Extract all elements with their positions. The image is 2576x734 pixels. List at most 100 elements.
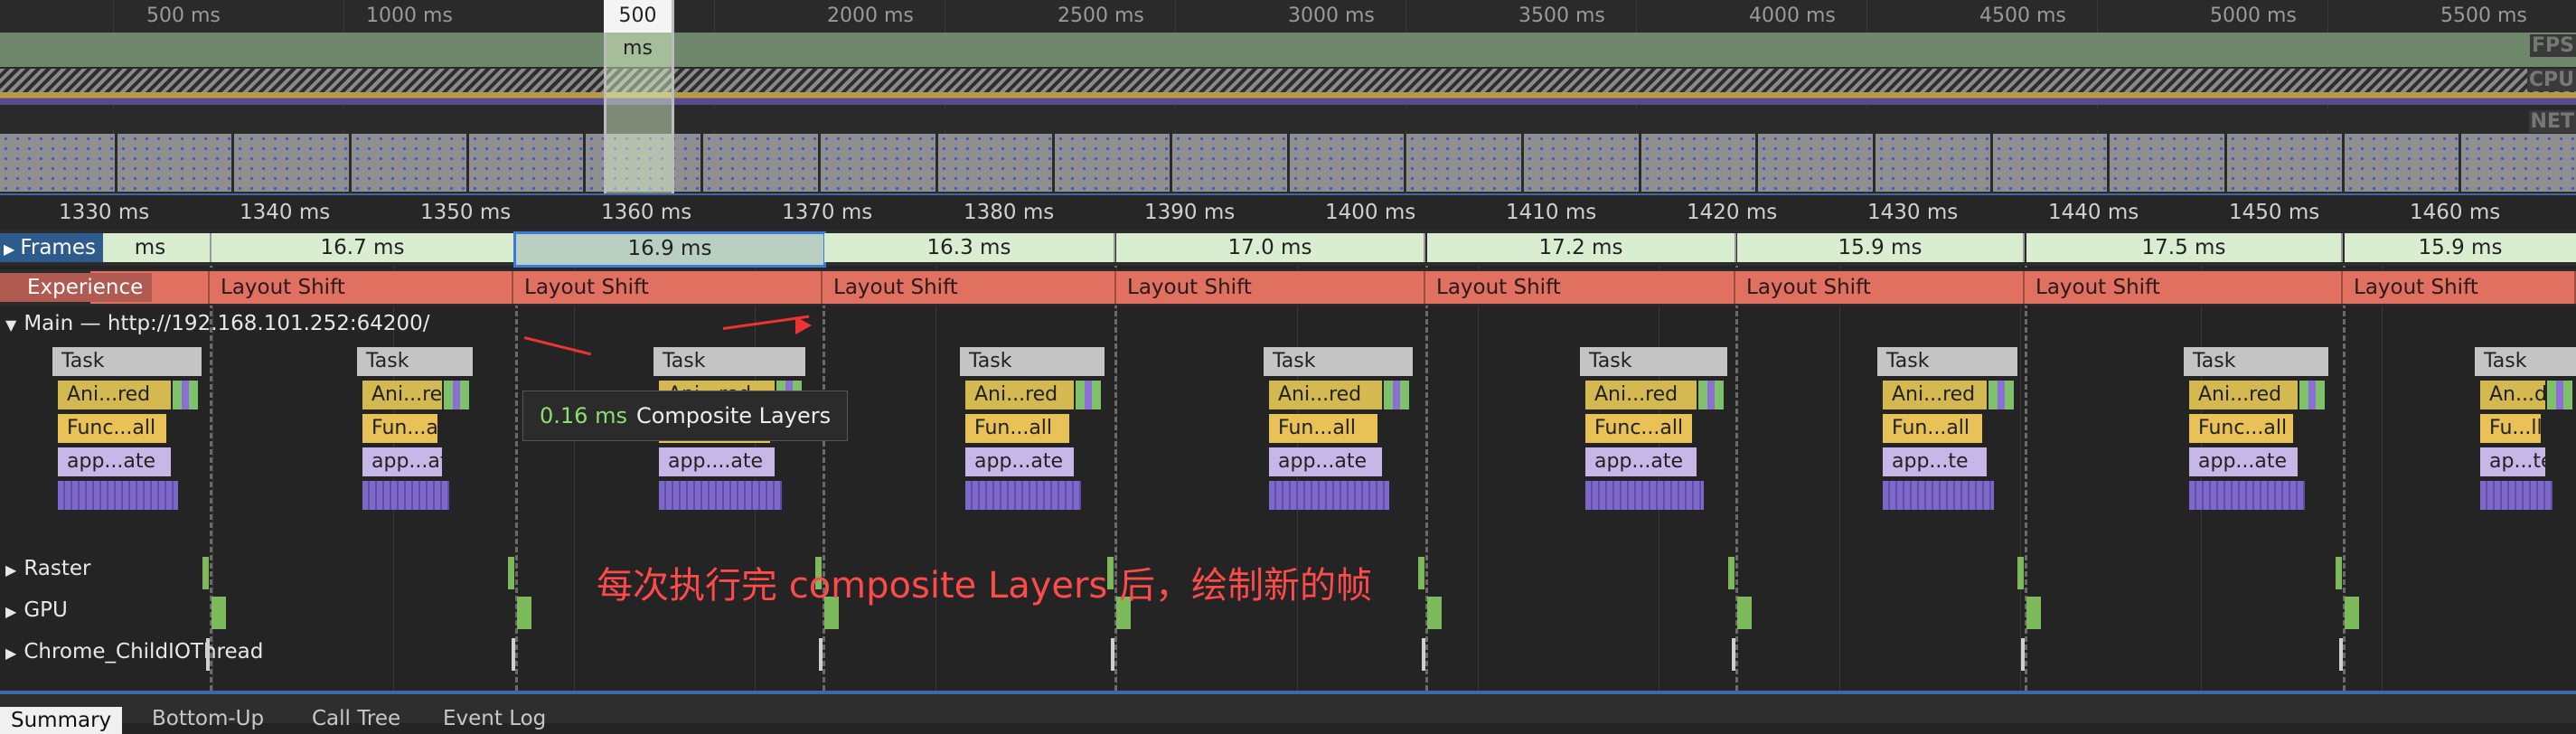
layout-shift-block[interactable]: Layout Shift	[1425, 271, 1735, 304]
gpu-event[interactable]	[2345, 597, 2359, 629]
sub-event-block[interactable]	[460, 381, 469, 409]
task-block[interactable]: Task	[653, 347, 805, 376]
screenshot-thumbnail[interactable]	[1171, 134, 1287, 192]
task-block[interactable]: Task	[2475, 347, 2576, 376]
screenshot-thumbnail[interactable]	[2227, 134, 2342, 192]
nested-calls-block[interactable]	[1585, 481, 1704, 510]
animation-frame-block[interactable]: Ani...red	[1883, 381, 1987, 409]
io-event[interactable]	[1732, 638, 1735, 671]
time-ruler[interactable]: 1330 ms 1340 ms 1350 ms 1360 ms 1370 ms …	[0, 193, 2576, 231]
raster-event[interactable]	[202, 557, 209, 589]
function-call-block[interactable]: Fun...all	[965, 414, 1069, 443]
sub-event-block[interactable]	[2563, 381, 2572, 409]
animation-frame-block[interactable]: Ani...red	[1269, 381, 1382, 409]
io-event[interactable]	[206, 638, 210, 671]
app-update-block[interactable]: ap...te	[2480, 447, 2545, 476]
task-block[interactable]: Task	[2184, 347, 2328, 376]
frame-block[interactable]: 16.3 ms	[824, 233, 1115, 262]
task-block[interactable]: Task	[960, 347, 1105, 376]
screenshot-filmstrip[interactable]	[0, 134, 2576, 192]
sub-event-block[interactable]	[2316, 381, 2325, 409]
raster-event[interactable]	[508, 557, 514, 589]
sub-event-block[interactable]	[2547, 381, 2556, 409]
screenshot-thumbnail[interactable]	[1406, 134, 1521, 192]
animation-frame-block[interactable]: Ani...red	[965, 381, 1074, 409]
screenshot-thumbnail[interactable]	[937, 134, 1053, 192]
screenshot-thumbnail[interactable]	[1523, 134, 1639, 192]
raster-track-header[interactable]: ▶ Raster	[5, 557, 91, 580]
function-call-block[interactable]: Func...all	[2189, 414, 2293, 443]
screenshot-thumbnail[interactable]	[1055, 134, 1170, 192]
frame-block[interactable]: 15.9 ms	[1737, 233, 2025, 262]
main-thread-header[interactable]: ▼ Main — http://192.168.101.252:64200/	[5, 312, 430, 335]
frames-track-toggle[interactable]: ▶ Frames	[0, 233, 103, 262]
screenshot-thumbnail[interactable]	[1876, 134, 1990, 192]
function-call-block[interactable]: Fun...all	[1269, 414, 1377, 443]
app-update-block[interactable]: app...te	[1883, 447, 1987, 476]
frames-track[interactable]: ms 16.7 ms 16.9 ms 16.3 ms 17.0 ms 17.2 …	[0, 230, 2576, 268]
app-update-block[interactable]: app....ate	[659, 447, 775, 476]
sub-event-block[interactable]	[173, 381, 182, 409]
sub-event-block[interactable]	[1092, 381, 1101, 409]
nested-calls-block[interactable]	[58, 481, 178, 510]
io-event[interactable]	[819, 638, 823, 671]
screenshot-thumbnail[interactable]	[1992, 134, 2108, 192]
animation-frame-block[interactable]: An...d	[2480, 381, 2545, 409]
screenshot-thumbnail[interactable]	[2461, 134, 2576, 192]
frame-block[interactable]: 16.7 ms	[212, 233, 515, 262]
animation-frame-block[interactable]: Ani...red	[2189, 381, 2298, 409]
layout-shift-block[interactable]: Layout Shift	[210, 271, 513, 304]
screenshot-thumbnail[interactable]	[820, 134, 935, 192]
layout-shift-block[interactable]: Layout Shift	[1735, 271, 2025, 304]
timeline-overview[interactable]: 500 ms 1000 ms 2000 ms 2500 ms 3000 ms 3…	[0, 0, 2576, 193]
animation-frame-block[interactable]: Ani...red	[1585, 381, 1697, 409]
sub-event-block[interactable]	[1076, 381, 1085, 409]
gpu-track-header[interactable]: ▶ GPU	[5, 598, 68, 622]
gpu-event[interactable]	[1427, 597, 1442, 629]
app-update-block[interactable]: app...ate	[362, 447, 442, 476]
tab-call-tree[interactable]: Call Tree	[312, 707, 400, 730]
nested-calls-block[interactable]	[1269, 481, 1389, 510]
raster-event[interactable]	[1418, 557, 1424, 589]
screenshot-thumbnail[interactable]	[352, 134, 466, 192]
sub-event-block[interactable]	[1715, 381, 1724, 409]
io-event[interactable]	[1111, 638, 1114, 671]
nested-calls-block[interactable]	[659, 481, 782, 510]
task-block[interactable]: Task	[357, 347, 473, 376]
layout-shift-block[interactable]: Layout Shift	[513, 271, 823, 304]
tab-bottom-up[interactable]: Bottom-Up	[152, 707, 264, 730]
layout-shift-block[interactable]: Layout Shift	[2343, 271, 2576, 304]
screenshot-thumbnail[interactable]	[1289, 134, 1405, 192]
sub-event-block[interactable]	[1400, 381, 1409, 409]
layout-shift-block[interactable]: Layout Shift	[823, 271, 1116, 304]
task-block[interactable]: Task	[52, 347, 202, 376]
nested-calls-block[interactable]	[965, 481, 1081, 510]
nested-calls-block[interactable]	[2189, 481, 2305, 510]
frame-block-selected[interactable]: 16.9 ms	[513, 231, 826, 268]
task-block[interactable]: Task	[1264, 347, 1413, 376]
screenshot-thumbnail[interactable]	[1641, 134, 1756, 192]
io-event[interactable]	[2339, 638, 2343, 671]
sub-event-block[interactable]	[2299, 381, 2308, 409]
screenshot-thumbnail[interactable]	[234, 134, 350, 192]
experience-track[interactable]: Layout Shift Layout Shift Layout Shift L…	[0, 269, 2576, 306]
frame-block[interactable]: ms	[90, 233, 212, 262]
app-update-block[interactable]: app...ate	[1585, 447, 1697, 476]
sub-event-block[interactable]	[1988, 381, 1998, 409]
raster-event[interactable]	[1728, 557, 1735, 589]
gpu-event[interactable]	[2026, 597, 2041, 629]
raster-event[interactable]	[2017, 557, 2024, 589]
nested-calls-block[interactable]	[362, 481, 449, 510]
function-call-block[interactable]: Func...all	[58, 414, 166, 443]
task-block[interactable]: Task	[1877, 347, 2017, 376]
sub-event-block[interactable]	[1698, 381, 1707, 409]
function-call-block[interactable]: Fun...all	[362, 414, 437, 443]
screenshot-thumbnail[interactable]	[2110, 134, 2225, 192]
function-call-block[interactable]: Func...all	[1585, 414, 1692, 443]
animation-frame-block[interactable]: Ani...red	[362, 381, 442, 409]
io-event[interactable]	[512, 638, 515, 671]
tab-summary[interactable]: Summary	[0, 707, 123, 734]
sub-event-block[interactable]	[444, 381, 453, 409]
gpu-event[interactable]	[1737, 597, 1752, 629]
layout-shift-block[interactable]: Layout Shift	[2025, 271, 2343, 304]
